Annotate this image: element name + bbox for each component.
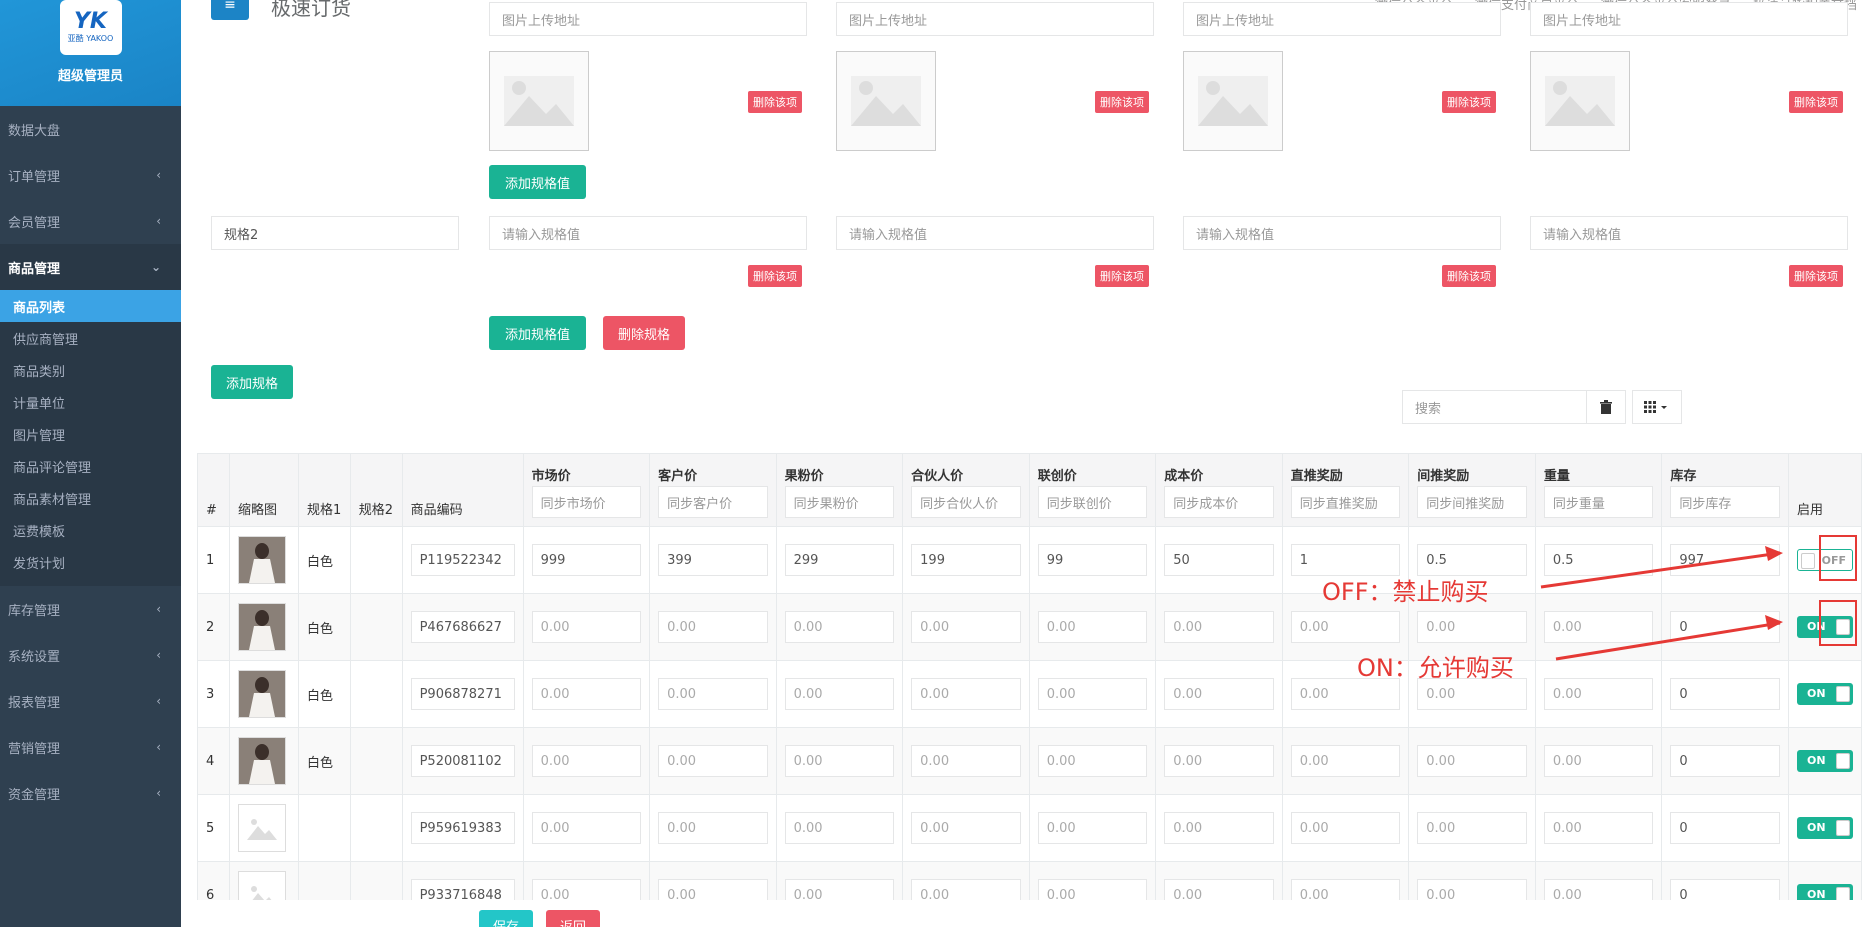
on-arrow-line (1555, 621, 1781, 661)
footer-bar: 保存 返回 (181, 900, 1867, 927)
on-note: ON：允许购买 (1357, 654, 1514, 682)
off-arrow-head (1765, 546, 1783, 561)
on-arrow-head (1765, 615, 1783, 630)
back-button[interactable]: 返回 (546, 910, 600, 927)
save-button[interactable]: 保存 (479, 910, 533, 927)
annotation-arrows (1540, 546, 1783, 661)
off-note: OFF：禁止购买 (1322, 578, 1489, 606)
off-arrow-line (1540, 551, 1781, 589)
